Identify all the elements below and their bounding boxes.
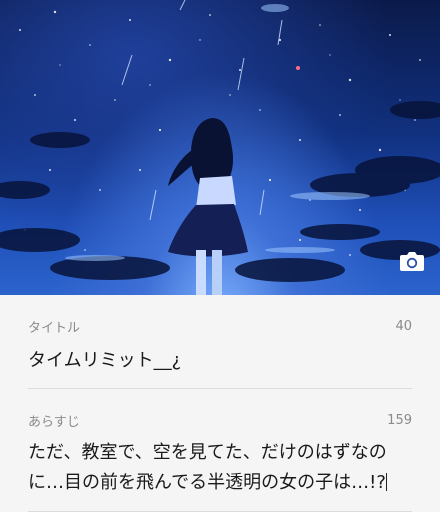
title-label-row: タイトル 40 (28, 295, 412, 336)
title-label: タイトル (28, 321, 81, 336)
text-caret (385, 473, 387, 491)
synopsis-label: あらすじ (28, 415, 80, 430)
title-field[interactable]: タイトル 40 タイムリミット__¿ (0, 295, 440, 389)
title-input[interactable]: タイムリミット__¿ (28, 346, 412, 376)
synopsis-label-row: あらすじ 159 (28, 389, 412, 430)
synopsis-input-wrap[interactable]: ただ、教室で、空を見てた、だけのはずなのに…目の前を飛んでる半透明の女の子は…!… (28, 438, 412, 498)
synopsis-input[interactable]: ただ、教室で、空を見てた、だけのはずなのに…目の前を飛んでる半透明の女の子は…!… (28, 442, 387, 493)
edit-form: タイトル 40 タイムリミット__¿ あらすじ 159 ただ、教室で、空を見てた… (0, 295, 440, 512)
camera-icon[interactable] (398, 249, 426, 273)
cover-image[interactable] (0, 0, 440, 295)
synopsis-field[interactable]: あらすじ 159 ただ、教室で、空を見てた、だけのはずなのに…目の前を飛んでる半… (0, 389, 440, 512)
synopsis-char-counter: 159 (387, 413, 412, 428)
title-char-counter: 40 (395, 319, 412, 334)
cover-illustration (0, 0, 440, 295)
